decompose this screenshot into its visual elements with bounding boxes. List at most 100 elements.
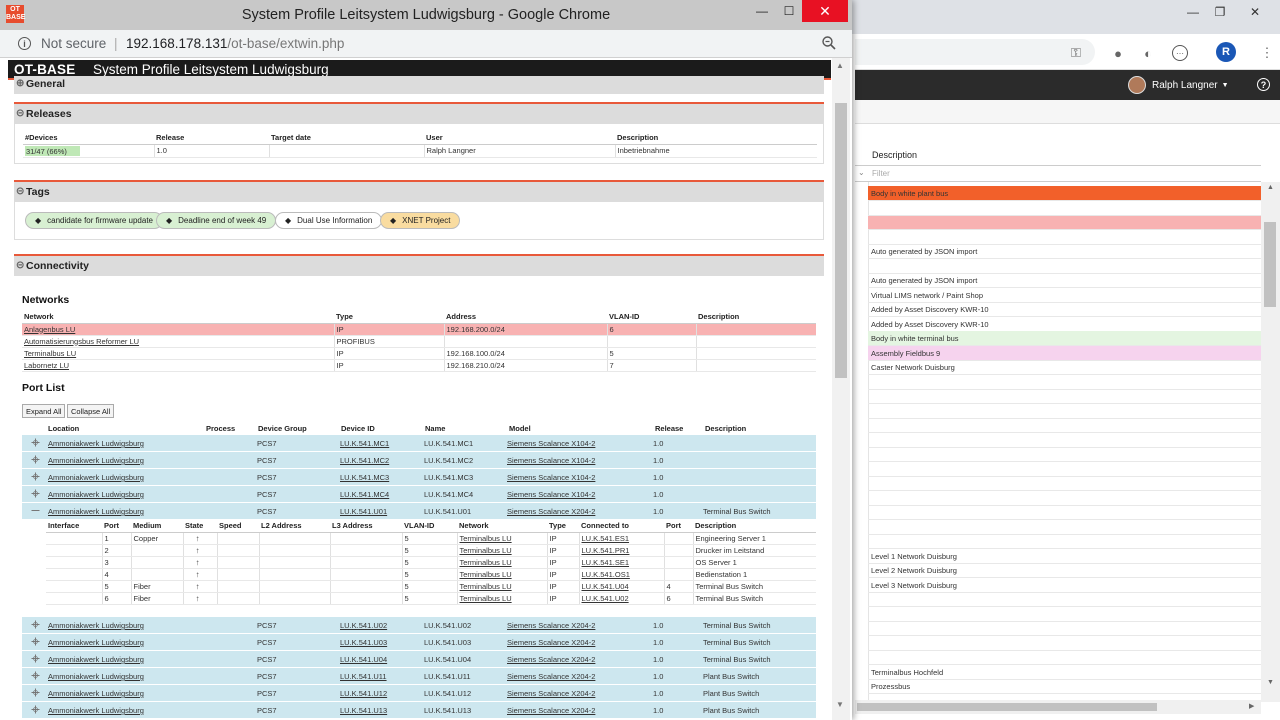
device-location-link[interactable]: Ammoniakwerk Ludwigsburg bbox=[48, 655, 144, 664]
collapse-row-icon[interactable] bbox=[31, 506, 40, 515]
table-row[interactable]: Anlagenbus LU IP 192.168.200.0/24 6 bbox=[22, 323, 816, 336]
column-header[interactable]: Port bbox=[102, 520, 131, 533]
expand-row-icon[interactable] bbox=[31, 654, 40, 663]
interface-row[interactable]: 1 Copper ↑ 5 Terminalbus LU IP LU.K.541.ES1 Eng… bbox=[46, 532, 816, 545]
minimize-icon[interactable]: — bbox=[749, 0, 775, 22]
column-header[interactable]: Type bbox=[547, 520, 579, 533]
grid-row[interactable] bbox=[868, 230, 1261, 245]
expand-icon[interactable]: ⊕ bbox=[16, 78, 24, 89]
column-header[interactable]: Description bbox=[693, 520, 816, 533]
expand-row-icon[interactable] bbox=[31, 455, 40, 464]
device-location-link[interactable]: Ammoniakwerk Ludwigsburg bbox=[48, 473, 144, 482]
device-model-link[interactable]: Siemens Scalance X204-2 bbox=[507, 638, 595, 647]
maximize-icon[interactable]: ☐ bbox=[776, 0, 802, 22]
column-header[interactable]: Name bbox=[423, 423, 507, 436]
tag-pill[interactable]: ◆ Deadline end of week 49 bbox=[156, 212, 277, 229]
scroll-up-icon[interactable]: ▲ bbox=[1267, 184, 1274, 191]
column-header[interactable]: Network bbox=[22, 311, 334, 324]
grid-row[interactable]: Level 2 Network Duisburg bbox=[868, 563, 1261, 578]
interface-row[interactable]: 5 Fiber ↑ 5 Terminalbus LU IP LU.K.541.U04 4 Ter… bbox=[46, 580, 816, 593]
network-link[interactable]: Anlagenbus LU bbox=[22, 323, 335, 336]
close-icon[interactable]: ✕ bbox=[1240, 0, 1270, 24]
device-id-link[interactable]: LU.K.541.U13 bbox=[340, 706, 387, 715]
general-section-header[interactable]: ⊕ General bbox=[14, 76, 824, 94]
device-model-link[interactable]: Siemens Scalance X204-2 bbox=[507, 706, 595, 715]
column-header[interactable]: L2 Address bbox=[259, 520, 330, 533]
column-header[interactable]: Port bbox=[664, 520, 693, 533]
grid-row[interactable] bbox=[868, 534, 1261, 549]
extension-icon[interactable]: ◐ bbox=[1140, 45, 1156, 61]
collapse-all-button[interactable]: Collapse All bbox=[67, 404, 115, 418]
expand-row-icon[interactable] bbox=[31, 637, 40, 646]
network-link[interactable]: Terminalbus LU bbox=[22, 347, 335, 360]
grid-row[interactable] bbox=[868, 520, 1261, 535]
device-id-link[interactable]: LU.K.541.U03 bbox=[340, 638, 387, 647]
grid-row[interactable] bbox=[868, 389, 1261, 404]
grid-row[interactable]: Auto generated by JSON import bbox=[868, 244, 1261, 259]
device-model-link[interactable]: Siemens Scalance X104-2 bbox=[507, 473, 595, 482]
grid-row[interactable]: Assembly Fieldbus 9 bbox=[868, 346, 1261, 361]
interface-row[interactable]: 6 Fiber ↑ 5 Terminalbus LU IP LU.K.541.U02 6 Ter… bbox=[46, 592, 816, 605]
background-address-field[interactable] bbox=[855, 39, 1095, 65]
grid-row[interactable]: Body in white plant bus bbox=[868, 186, 1261, 201]
grid-row[interactable] bbox=[868, 375, 1261, 390]
minimize-icon[interactable]: — bbox=[1178, 0, 1208, 24]
description-column-header[interactable]: Description bbox=[872, 150, 917, 160]
device-row[interactable]: Ammoniakwerk Ludwigsburg PCS7 LU.K.541.U02… bbox=[22, 617, 816, 634]
device-location-link[interactable]: Ammoniakwerk Ludwigsburg bbox=[48, 706, 144, 715]
grid-horizontal-scrollbar[interactable]: ▶ bbox=[855, 700, 1261, 714]
device-id-link[interactable]: LU.K.541.MC4 bbox=[340, 490, 389, 499]
grid-row[interactable] bbox=[868, 215, 1261, 230]
device-row[interactable]: Ammoniakwerk Ludwigsburg PCS7 LU.K.541.MC4… bbox=[22, 486, 816, 503]
device-id-link[interactable]: LU.K.541.U04 bbox=[340, 655, 387, 664]
table-row[interactable]: 31/47 (66%) 1.0 Ralph Langner Inbetriebn… bbox=[23, 144, 817, 158]
device-id-link[interactable]: LU.K.541.U02 bbox=[340, 621, 387, 630]
profile-avatar[interactable]: R bbox=[1216, 42, 1236, 62]
network-link[interactable]: Terminalbus LU bbox=[457, 544, 548, 557]
device-row[interactable]: Ammoniakwerk Ludwigsburg PCS7 LU.K.541.U12… bbox=[22, 685, 816, 702]
help-icon[interactable]: ? bbox=[1257, 78, 1270, 91]
column-header[interactable]: Process bbox=[204, 423, 256, 436]
device-model-link[interactable]: Siemens Scalance X204-2 bbox=[507, 655, 595, 664]
tag-pill[interactable]: ◆ Dual Use Information bbox=[275, 212, 383, 229]
info-icon[interactable]: i bbox=[18, 37, 31, 50]
device-model-link[interactable]: Siemens Scalance X104-2 bbox=[507, 439, 595, 448]
tag-pill[interactable]: ◆ XNET Project bbox=[380, 212, 461, 229]
collapse-icon[interactable]: ⊝ bbox=[16, 186, 24, 197]
device-location-link[interactable]: Ammoniakwerk Ludwigsburg bbox=[48, 689, 144, 698]
network-link[interactable]: Terminalbus LU bbox=[457, 556, 548, 569]
grid-row[interactable]: Level 1 Network Duisburg bbox=[868, 549, 1261, 564]
grid-row[interactable]: Level 3 Network Duisburg bbox=[868, 578, 1261, 593]
connected-to-link[interactable]: LU.K.541.U02 bbox=[579, 592, 665, 605]
connected-to-link[interactable]: LU.K.541.U04 bbox=[579, 580, 665, 593]
scroll-right-icon[interactable]: ▶ bbox=[1249, 702, 1254, 710]
interface-row[interactable]: 4 ↑ 5 Terminalbus LU IP LU.K.541.OS1 Bediensta… bbox=[46, 568, 816, 581]
column-header[interactable]: Model bbox=[507, 423, 653, 436]
device-model-link[interactable]: Siemens Scalance X204-2 bbox=[507, 507, 595, 516]
device-row[interactable]: Ammoniakwerk Ludwigsburg PCS7 LU.K.541.U13… bbox=[22, 702, 816, 719]
interface-row[interactable]: 3 ↑ 5 Terminalbus LU IP LU.K.541.SE1 OS Server… bbox=[46, 556, 816, 569]
connected-to-link[interactable]: LU.K.541.ES1 bbox=[579, 532, 665, 545]
close-icon[interactable]: ✕ bbox=[802, 0, 848, 22]
collapse-icon[interactable]: ⊝ bbox=[16, 108, 24, 119]
column-header[interactable]: Device Group bbox=[256, 423, 339, 436]
releases-section-header[interactable]: ⊝ Releases bbox=[14, 102, 824, 124]
column-header[interactable]: VLAN-ID bbox=[607, 311, 696, 324]
device-id-link[interactable]: LU.K.541.U12 bbox=[340, 689, 387, 698]
tag-pill[interactable]: ◆ candidate for firmware update bbox=[25, 212, 163, 229]
menu-kebab-icon[interactable]: ⋮ bbox=[1259, 45, 1275, 61]
table-row[interactable]: Automatisierungsbus Reformer LU PROFIBUS bbox=[22, 335, 816, 348]
scroll-up-icon[interactable]: ▲ bbox=[836, 61, 844, 70]
scrollbar-thumb[interactable] bbox=[1264, 222, 1276, 307]
column-header[interactable]: Device ID bbox=[339, 423, 423, 436]
column-header[interactable]: Release bbox=[653, 423, 703, 436]
device-id-link[interactable]: LU.K.541.U11 bbox=[340, 672, 387, 681]
grid-vertical-scrollbar[interactable]: ▲ ▼ bbox=[1261, 182, 1280, 702]
grid-row[interactable] bbox=[868, 607, 1261, 622]
device-model-link[interactable]: Siemens Scalance X104-2 bbox=[507, 456, 595, 465]
grid-row[interactable] bbox=[868, 491, 1261, 506]
chevron-down-icon[interactable]: ⌄ bbox=[858, 168, 865, 177]
grid-row[interactable]: Terminalbus Hochfeld bbox=[868, 665, 1261, 680]
column-header[interactable]: Description bbox=[703, 423, 816, 436]
device-location-link[interactable]: Ammoniakwerk Ludwigsburg bbox=[48, 621, 144, 630]
